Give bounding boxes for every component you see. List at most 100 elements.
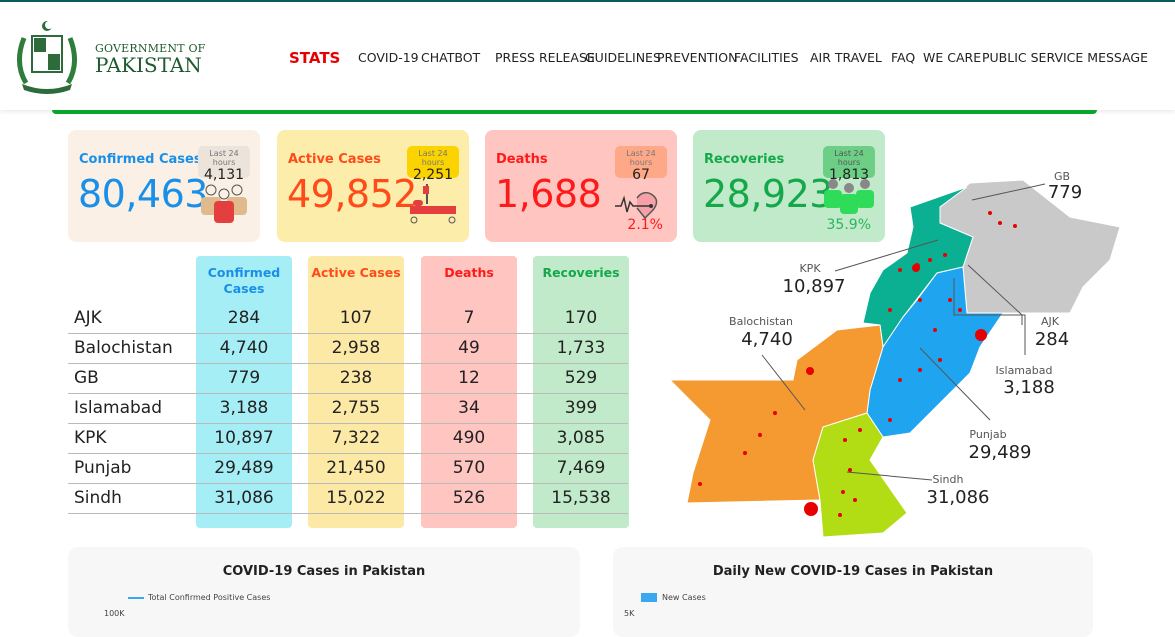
badge-label: Last 24 hours [418,149,448,167]
government-of-pakistan-wordmark: GOVERNMENT OF PAKISTAN [95,42,206,75]
y-tick: 5K [624,609,635,618]
cell-deaths: 34 [458,398,480,418]
cell-recoveries: 170 [564,308,598,328]
map-label-punjab: Punjab [969,428,1006,441]
badge-label: Last 24 hours [626,149,656,167]
map-label-sindh: Sindh [933,473,964,486]
cell-confirmed: 29,489 [214,458,274,478]
table-row: KPK 10,897 7,322 490 3,085 [68,424,628,454]
cell-active: 107 [339,308,373,328]
chart-legend[interactable]: Total Confirmed Positive Cases [128,593,270,602]
recovery-rate: 35.9% [826,217,871,233]
map-value-punjab: 29,489 [969,442,1032,463]
region-name: Sindh [74,488,122,508]
people-icon [201,184,247,223]
card-deaths: Deaths 1,688 Last 24 hours 67 2.1% [485,130,677,242]
last-24-hours-badge: Last 24 hours 67 [615,146,667,183]
table-row: Islamabad 3,188 2,755 34 399 [68,394,628,424]
cell-active: 21,450 [326,458,386,478]
site-header: GOVERNMENT OF PAKISTAN STATS COVID-19 CH… [0,2,1175,110]
cell-recoveries: 15,538 [551,488,611,508]
cell-recoveries: 3,085 [556,428,606,448]
nav-we-care[interactable]: WE CARE [923,50,981,65]
hospital-bed-icon [410,184,456,224]
recovered-people-icon [824,179,874,214]
card-value: 80,463 [78,172,208,216]
cell-active: 2,755 [331,398,381,418]
gov-line2: PAKISTAN [95,53,202,77]
chart-total-cases: COVID-19 Cases in Pakistan Total Confirm… [68,547,580,637]
header-active: Active Cases [311,265,401,280]
cell-recoveries: 529 [564,368,598,388]
nav-covid19[interactable]: COVID-19 [358,50,419,65]
card-title: Confirmed Cases [79,152,202,167]
cell-deaths: 12 [458,368,480,388]
card-value: 1,688 [495,172,602,216]
badge-value: 67 [632,167,650,183]
map-label-kpk: KPK [799,262,821,275]
region-name: AJK [74,308,102,328]
nav-press-release[interactable]: PRESS RELEASE [495,50,595,65]
table-row: Balochistan 4,740 2,958 49 1,733 [68,334,628,364]
header-accent-bar [52,110,1097,114]
cell-active: 238 [339,368,373,388]
header-recoveries: Recoveries [542,265,620,280]
nav-faq[interactable]: FAQ [891,50,915,65]
header-deaths: Deaths [444,265,494,280]
map-value-sindh: 31,086 [927,487,990,508]
cell-deaths: 49 [458,338,480,358]
card-value: 49,852 [287,172,417,216]
region-name: Punjab [74,458,132,478]
region-name: KPK [74,428,107,448]
card-title: Active Cases [288,152,381,167]
cell-active: 15,022 [326,488,386,508]
last-24-hours-badge: Last 24 hours 4,131 [198,146,250,183]
cell-active: 2,958 [331,338,381,358]
cell-confirmed: 31,086 [214,488,274,508]
cell-active: 7,322 [331,428,381,448]
map-value-islamabad: 3,188 [1003,377,1055,398]
map-label-ajk: AJK [1041,315,1060,328]
legend-label: Total Confirmed Positive Cases [148,593,271,602]
nav-prevention[interactable]: PREVENTION [657,50,737,65]
card-recoveries: Recoveries 28,923 Last 24 hours 1,813 35.… [693,130,885,242]
map-label-islamabad: Islamabad [996,364,1053,377]
map-value-ajk: 284 [1035,329,1069,350]
card-title: Deaths [496,152,548,167]
cell-recoveries: 399 [564,398,598,418]
badge-label: Last 24 hours [209,149,239,167]
card-title: Recoveries [704,152,785,167]
death-rate: 2.1% [627,217,663,233]
state-emblem-logo[interactable] [14,18,80,96]
nav-stats[interactable]: STATS [289,49,340,67]
map-value-gb: 779 [1048,182,1082,203]
nav-air-travel[interactable]: AIR TRAVEL [810,50,882,65]
region-table: AJK 284 107 7 170 Balochistan 4,740 2,958 49 1,73… [68,304,628,514]
cell-confirmed: 3,188 [219,398,269,418]
nav-facilities[interactable]: FACILITIES [734,50,799,65]
header-confirmed: Confirmed Cases [207,265,281,296]
table-row: Sindh 31,086 15,022 526 15,538 [68,484,628,514]
last-24-hours-badge: Last 24 hours 1,813 [823,146,875,183]
cell-recoveries: 7,469 [556,458,606,478]
nav-guidelines[interactable]: GUIDELINES [585,50,661,65]
region-name: GB [74,368,99,388]
cell-confirmed: 10,897 [214,428,274,448]
table-row: AJK 284 107 7 170 [68,304,628,334]
nav-public-service-message[interactable]: PUBLIC SERVICE MESSAGE [982,50,1148,65]
card-active-cases: Active Cases 49,852 Last 24 hours 2,251 [277,130,469,242]
nav-chatbot[interactable]: CHATBOT [421,50,480,65]
legend-swatch-icon [641,593,657,602]
cell-deaths: 7 [463,308,475,328]
legend-label: New Cases [662,593,706,602]
region-name: Islamabad [74,398,162,418]
cell-confirmed: 4,740 [219,338,269,358]
table-row: Punjab 29,489 21,450 570 7,469 [68,454,628,484]
y-tick: 100K [104,609,125,618]
cell-recoveries: 1,733 [556,338,606,358]
cell-confirmed: 779 [227,368,261,388]
card-confirmed-cases: Confirmed Cases 80,463 Last 24 hours 4,13… [68,130,260,242]
chart-legend[interactable]: New Cases [641,593,706,602]
cell-confirmed: 284 [227,308,261,328]
legend-line-icon [128,596,144,599]
